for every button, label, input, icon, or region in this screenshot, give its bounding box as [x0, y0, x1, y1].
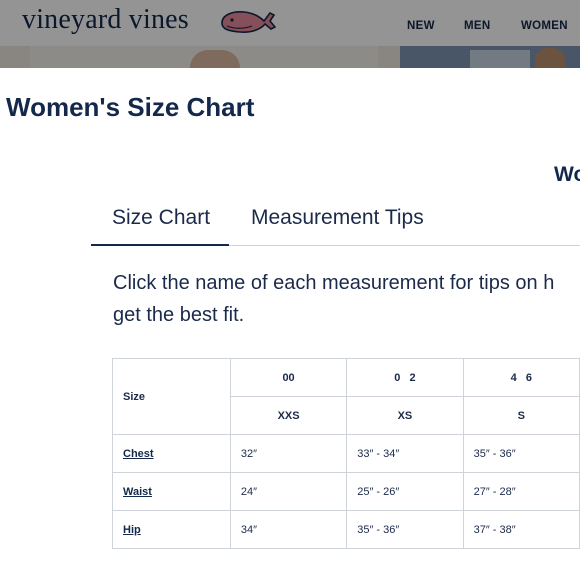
intro-line-1: Click the name of each measurement for t…: [113, 272, 555, 294]
measurement-hip-cell: Hip: [112, 510, 231, 549]
table-cell: 35″ - 36″: [462, 434, 580, 473]
modal-backdrop[interactable]: [0, 0, 580, 68]
table-cell: 37″ - 38″: [462, 510, 580, 549]
intro-text: Click the name of each measurement for t…: [113, 267, 580, 331]
letter-size-header: S: [462, 396, 580, 435]
measurement-waist-cell: Waist: [112, 472, 231, 511]
table-row: Size 00 0 2 4 6: [112, 358, 580, 435]
size-header: Size: [112, 358, 231, 435]
table-row: Waist 24″ 25″ - 26″ 27″ - 28″: [112, 472, 580, 511]
measurement-link-waist[interactable]: Waist: [123, 486, 152, 498]
size-table: Size 00 0 2 4 6 XXS XS S Chest 32″ 33″ -…: [112, 358, 580, 549]
numeric-size-header: 00: [229, 358, 348, 397]
size-chart-tabs: Size Chart Measurement Tips: [91, 204, 580, 246]
measurement-chest-cell: Chest: [112, 434, 231, 473]
table-row: Hip 34″ 35″ - 36″ 37″ - 38″: [112, 510, 580, 549]
intro-line-2: get the best fit.: [113, 304, 245, 326]
table-cell: 32″: [229, 434, 348, 473]
letter-size-header: XXS: [229, 396, 348, 435]
table-cell: 34″: [229, 510, 348, 549]
measurement-link-hip[interactable]: Hip: [123, 524, 141, 536]
measurement-link-chest[interactable]: Chest: [123, 448, 154, 460]
table-cell: 25″ - 26″: [346, 472, 464, 511]
size-chart-modal: Women's Size Chart Wo Size Chart Measure…: [0, 68, 580, 580]
modal-title: Women's Size Chart: [6, 92, 255, 122]
section-subtitle: Wo: [554, 163, 580, 186]
tab-measurement-tips[interactable]: Measurement Tips: [251, 204, 424, 246]
letter-size-header: XS: [346, 396, 464, 435]
table-cell: 24″: [229, 472, 348, 511]
table-row: Chest 32″ 33″ - 34″ 35″ - 36″: [112, 434, 580, 473]
numeric-size-header: 0 2: [346, 358, 464, 397]
table-cell: 27″ - 28″: [462, 472, 580, 511]
tab-size-chart[interactable]: Size Chart: [91, 204, 229, 246]
table-cell: 33″ - 34″: [346, 434, 464, 473]
numeric-size-header: 4 6: [462, 358, 580, 397]
table-cell: 35″ - 36″: [346, 510, 464, 549]
